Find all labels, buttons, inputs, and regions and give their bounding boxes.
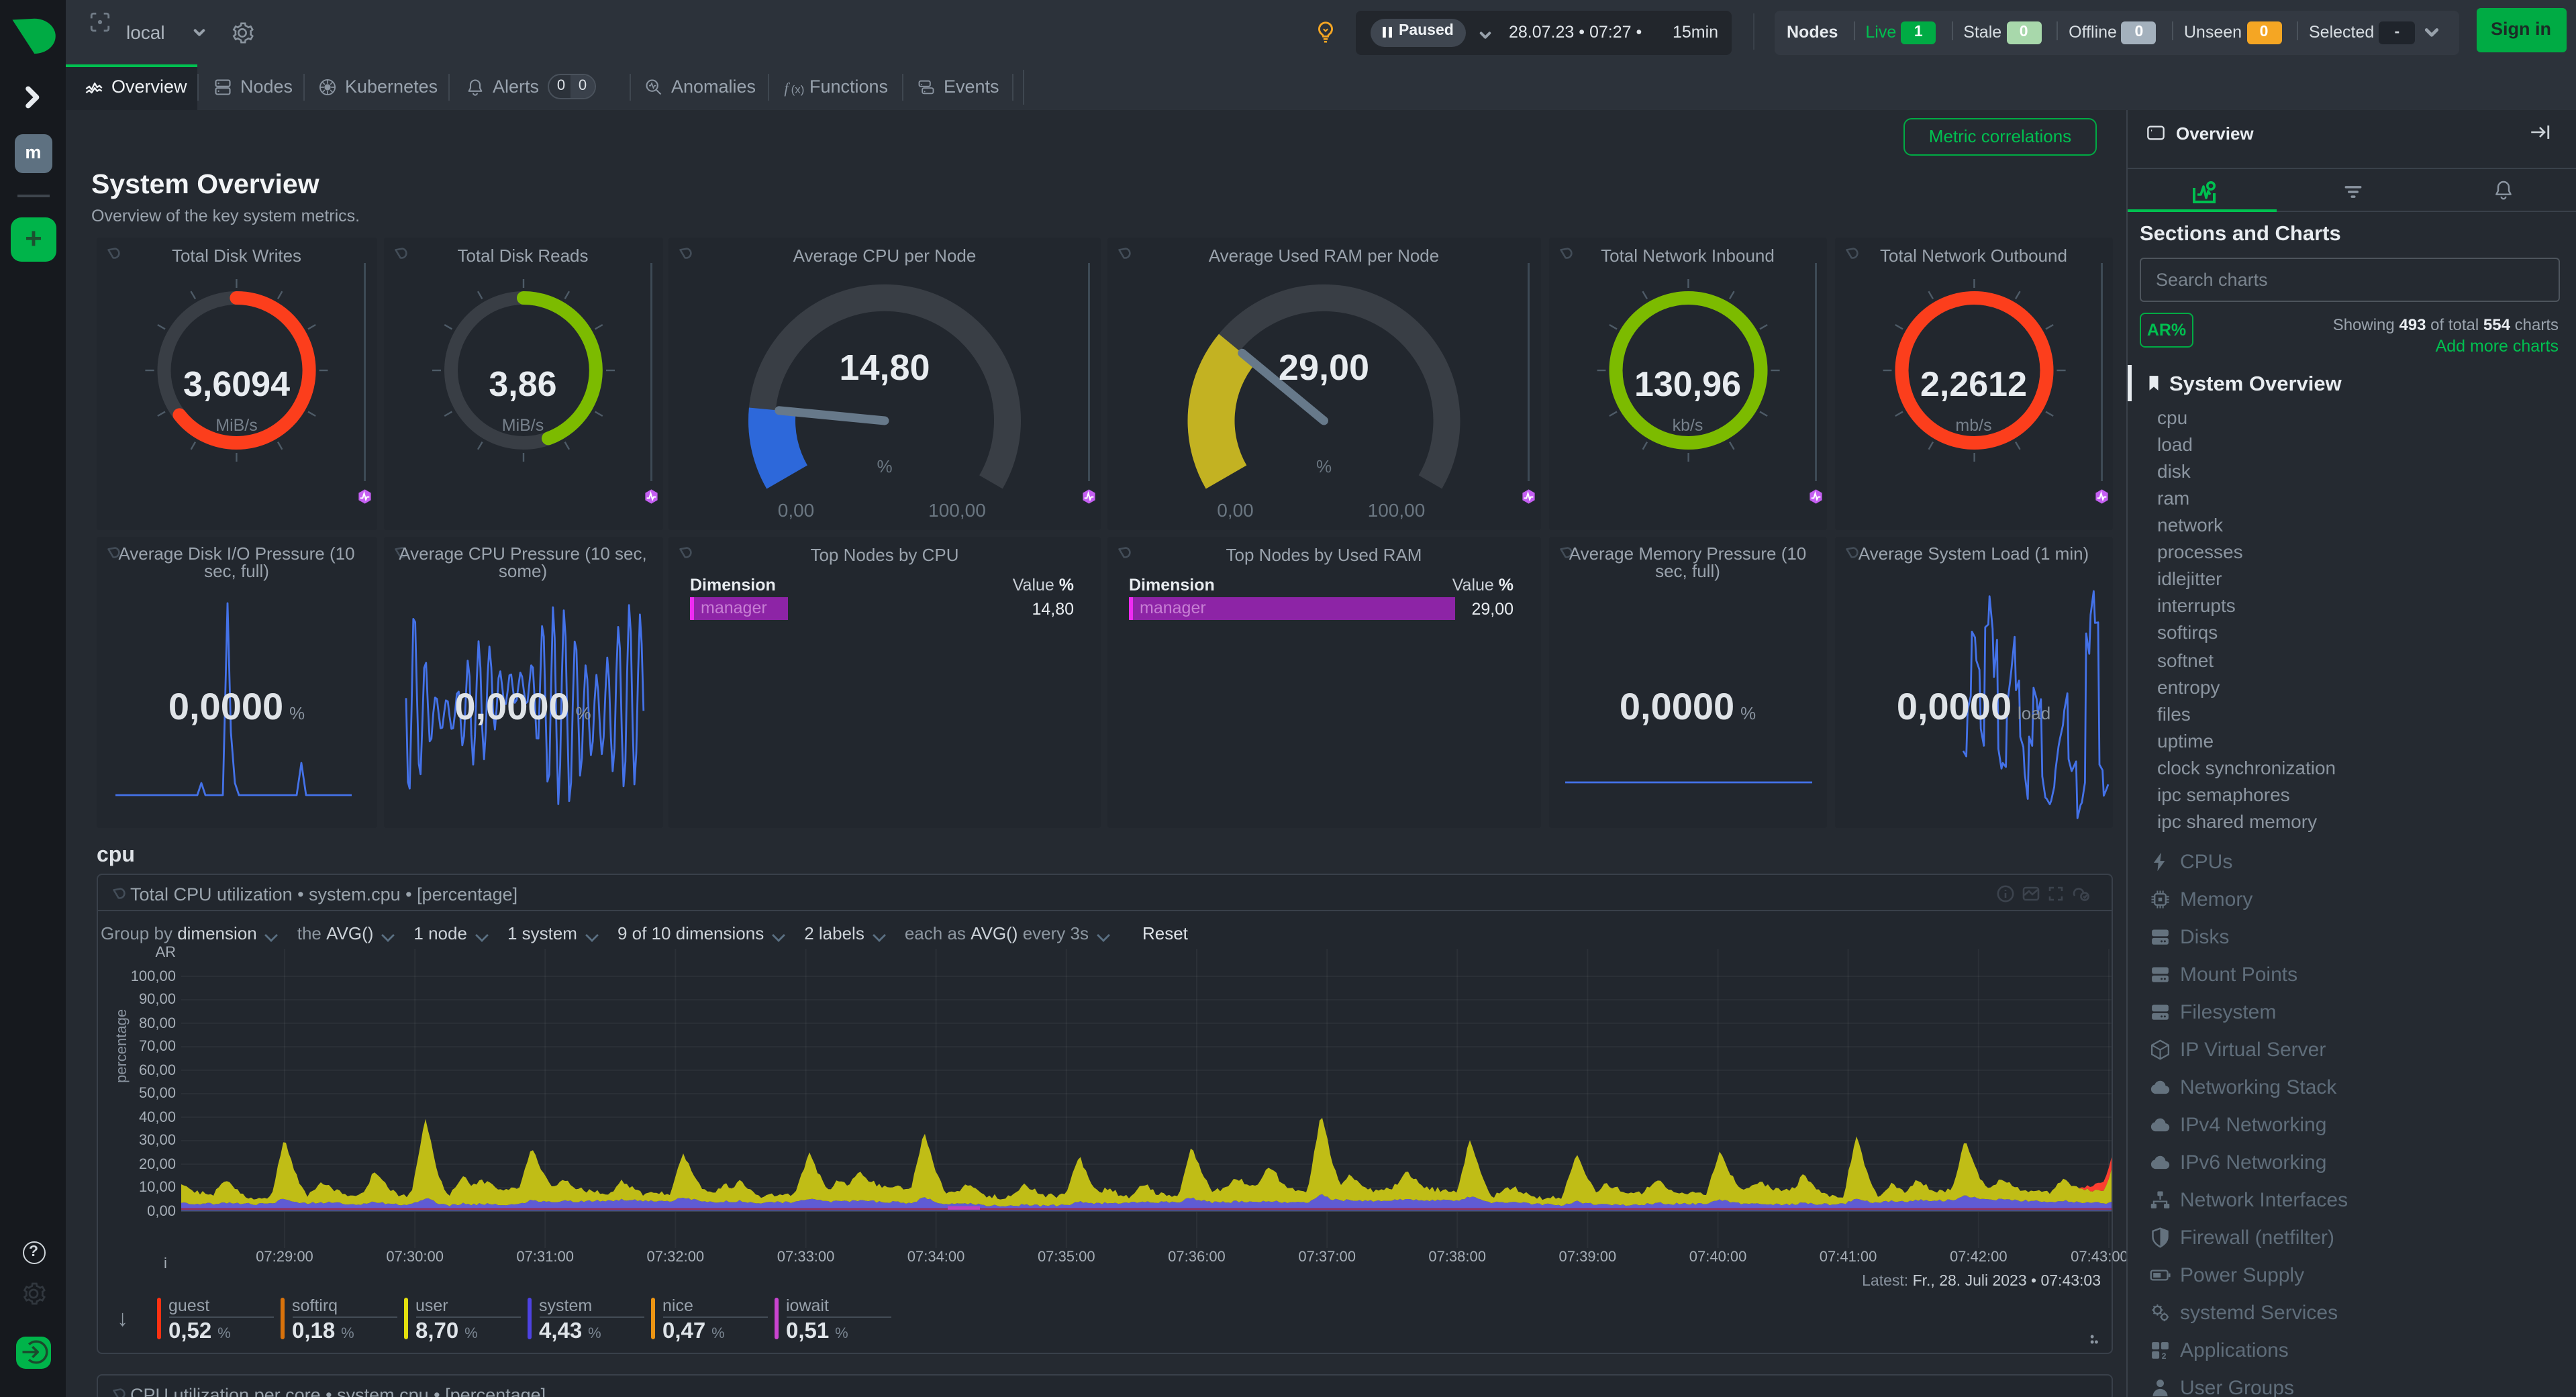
svg-text:2: 2 [2162, 1351, 2167, 1361]
svg-text:f: f [784, 80, 790, 97]
svg-text:(x): (x) [791, 83, 805, 96]
